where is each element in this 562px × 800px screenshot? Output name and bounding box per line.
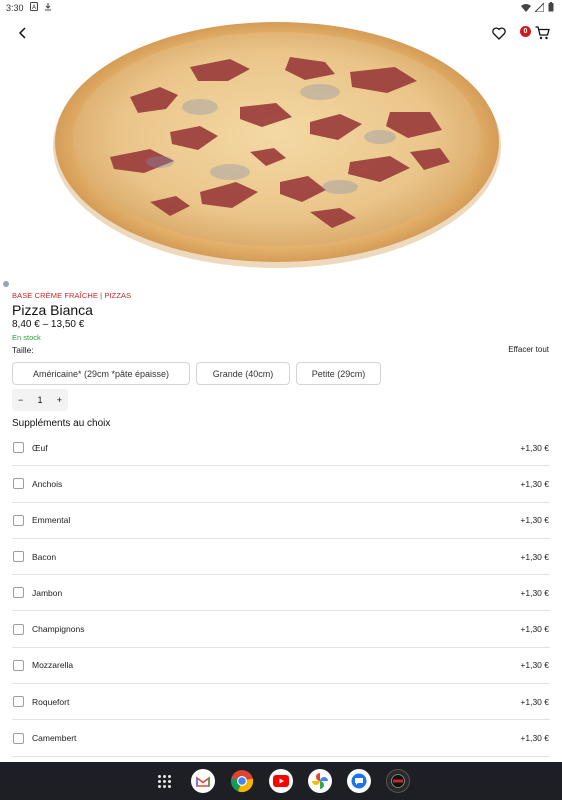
product-price: 8,40 € – 13,50 € (12, 319, 85, 330)
supplement-checkbox[interactable] (13, 551, 24, 563)
size-option-grande[interactable]: Grande (40cm) (196, 362, 290, 385)
supplement-name: Mozzarella (32, 660, 74, 671)
size-options: Américaine* (29cm *pâte épaisse) Grande … (12, 362, 381, 385)
status-notification-icons: A (30, 2, 52, 11)
pizza-app-icon[interactable] (386, 769, 410, 793)
supplement-name: Camembert (32, 733, 77, 744)
quantity-stepper: − 1 + (12, 389, 68, 411)
status-time: 3:30 (6, 3, 24, 13)
notification-a-icon: A (30, 2, 38, 11)
supplement-name: Œuf (32, 442, 48, 453)
supplement-price: +1,30 € (520, 660, 549, 671)
supplement-checkbox[interactable] (13, 478, 24, 490)
supplement-price: +1,30 € (520, 733, 549, 744)
apps-grid-icon[interactable] (152, 769, 176, 793)
supplement-price: +1,30 € (520, 587, 549, 598)
gmail-icon[interactable] (191, 769, 215, 793)
supplement-price: +1,30 € (520, 551, 549, 562)
supplement-row[interactable]: Champignons +1,30 € (12, 611, 550, 648)
clear-all-button[interactable]: Effacer tout (508, 345, 549, 354)
supplement-checkbox[interactable] (13, 514, 24, 526)
supplement-checkbox[interactable] (13, 732, 24, 744)
supplements-list: Œuf +1,30 € Anchois +1,30 € Emmental +1,… (12, 430, 550, 757)
supplement-price: +1,30 € (520, 696, 549, 707)
shopping-cart-icon (535, 26, 550, 40)
size-option-americaine[interactable]: Américaine* (29cm *pâte épaisse) (12, 362, 190, 385)
supplements-title: Suppléments au choix (12, 418, 111, 429)
supplement-price: +1,30 € (520, 624, 549, 635)
supplement-checkbox[interactable] (13, 442, 24, 454)
stock-status: En stock (12, 333, 41, 342)
supplement-name: Emmental (32, 515, 71, 526)
battery-icon (548, 2, 554, 12)
supplement-name: Champignons (32, 624, 85, 635)
size-option-petite[interactable]: Petite (29cm) (296, 362, 381, 385)
product-categories[interactable]: BASE CRÈME FRAÎCHE | PIZZAS (12, 291, 131, 300)
pizza-image (53, 22, 501, 268)
quantity-increase-button[interactable]: + (57, 395, 62, 405)
svg-text:A: A (32, 4, 37, 11)
cart-button[interactable]: 0 (520, 22, 550, 44)
supplement-row[interactable]: Anchois +1,30 € (12, 466, 550, 503)
chrome-icon[interactable] (230, 769, 254, 793)
supplement-price: +1,30 € (520, 478, 549, 489)
supplement-name: Roquefort (32, 696, 70, 707)
cart-count-badge: 0 (520, 26, 531, 37)
supplement-price: +1,30 € (520, 515, 549, 526)
supplement-row[interactable]: Emmental +1,30 € (12, 503, 550, 539)
carousel-indicator[interactable] (3, 281, 9, 287)
taskbar (0, 762, 562, 800)
supplement-checkbox[interactable] (13, 587, 24, 599)
messages-icon[interactable] (347, 769, 371, 793)
supplement-checkbox[interactable] (13, 696, 24, 708)
download-icon (45, 3, 51, 11)
supplement-name: Anchois (32, 478, 63, 489)
supplement-row[interactable]: Camembert +1,30 € (12, 720, 550, 757)
supplement-row[interactable]: Bacon +1,30 € (12, 539, 550, 576)
supplement-row[interactable]: Œuf +1,30 € (12, 430, 550, 467)
supplement-checkbox[interactable] (13, 623, 24, 635)
supplement-name: Bacon (32, 551, 57, 562)
back-button[interactable] (12, 22, 34, 44)
youtube-icon[interactable] (269, 769, 293, 793)
supplement-row[interactable]: Jambon +1,30 € (12, 575, 550, 612)
supplement-checkbox[interactable] (13, 659, 24, 671)
heart-icon (492, 26, 506, 40)
supplement-price: +1,30 € (520, 442, 549, 453)
supplement-row[interactable]: Mozzarella +1,30 € (12, 648, 550, 685)
chevron-left-icon (18, 27, 26, 39)
supplement-row[interactable]: Roquefort +1,30 € (12, 684, 550, 721)
photos-icon[interactable] (308, 769, 332, 793)
quantity-decrease-button[interactable]: − (18, 395, 23, 405)
status-system-icons (521, 2, 554, 12)
product-title: Pizza Bianca (12, 302, 93, 318)
wifi-icon (521, 3, 531, 12)
signal-icon (535, 2, 544, 12)
size-label: Taille: (12, 345, 34, 355)
top-app-bar: 0 (0, 18, 562, 48)
supplement-name: Jambon (32, 587, 63, 598)
favorite-button[interactable] (488, 22, 510, 44)
quantity-value[interactable]: 1 (37, 395, 42, 405)
